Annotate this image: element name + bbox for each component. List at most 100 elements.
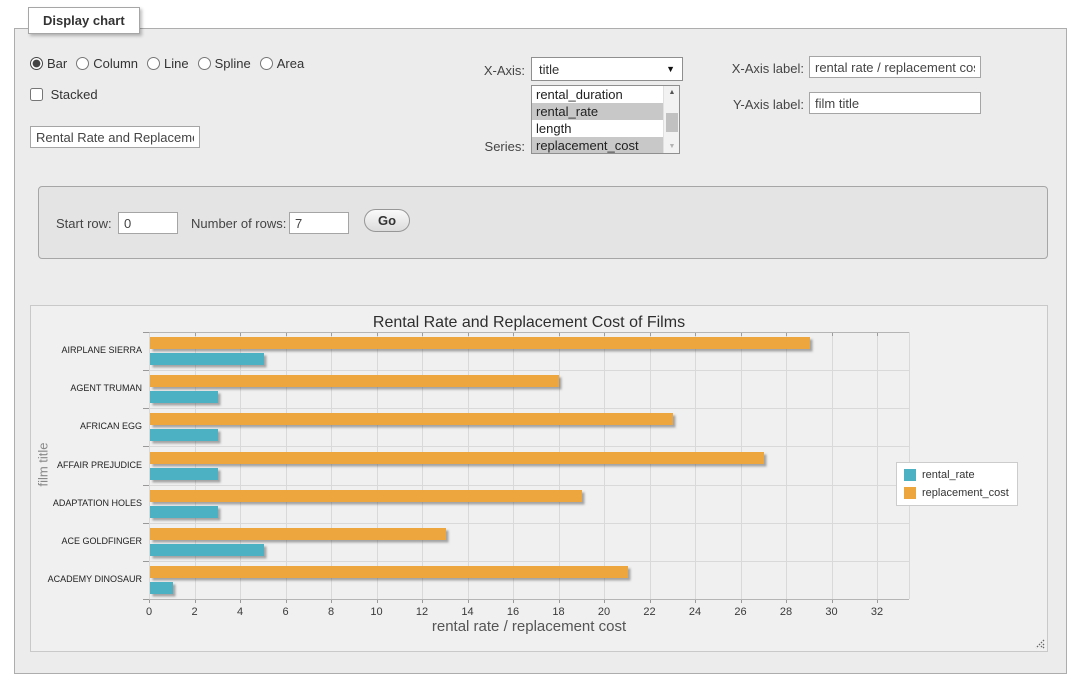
x-axis-select-label: X-Axis: <box>465 63 525 78</box>
chart-type-radio-line[interactable]: Line <box>147 56 189 71</box>
category-label: AIRPLANE SIERRA <box>32 345 142 355</box>
grid-line-x <box>286 332 287 599</box>
grid-line-y <box>149 561 909 562</box>
radio-label: Area <box>277 56 304 71</box>
chart-type-radio-spline[interactable]: Spline <box>198 56 251 71</box>
number-of-rows-input[interactable] <box>289 212 349 234</box>
y-axis-tick <box>143 485 149 486</box>
radio-input-spline[interactable] <box>198 57 211 70</box>
x-tick-label: 32 <box>862 606 892 618</box>
x-axis-label-caption: X-Axis label: <box>710 61 804 76</box>
chevron-down-icon: ▼ <box>666 64 675 74</box>
grid-line-x <box>786 332 787 599</box>
radio-label: Line <box>164 56 189 71</box>
bar-replacement_cost <box>150 452 764 464</box>
grid-line-x <box>741 332 742 599</box>
x-tick-label: 30 <box>817 606 847 618</box>
y-axis-tick <box>143 370 149 371</box>
chart-type-radios: Bar Column Line Spline Area <box>30 56 313 71</box>
category-label: AGENT TRUMAN <box>32 383 142 393</box>
x-tick-label: 14 <box>453 606 483 618</box>
radio-label: Spline <box>215 56 251 71</box>
category-label: AFRICAN EGG <box>32 421 142 431</box>
start-row-label: Start row: <box>56 216 112 231</box>
bar-replacement_cost <box>150 375 559 387</box>
x-tick-label: 8 <box>316 606 346 618</box>
x-tick-label: 16 <box>498 606 528 618</box>
bar-rental_rate <box>150 468 218 480</box>
stacked-checkbox-input[interactable] <box>30 88 43 101</box>
bar-rental_rate <box>150 353 264 365</box>
category-label: ACE GOLDFINGER <box>32 536 142 546</box>
grid-line-y <box>149 523 909 524</box>
x-tick-label: 28 <box>771 606 801 618</box>
grid-line-x <box>240 332 241 599</box>
radio-input-line[interactable] <box>147 57 160 70</box>
bar-replacement_cost <box>150 490 582 502</box>
chart-type-radio-area[interactable]: Area <box>260 56 304 71</box>
radio-label: Bar <box>47 56 67 71</box>
series-option-rental_duration[interactable]: rental_duration <box>532 86 679 103</box>
x-tick-label: 26 <box>726 606 756 618</box>
scroll-down-icon[interactable]: ▼ <box>664 140 680 153</box>
grid-line-y <box>149 446 909 447</box>
legend-item-replacement-cost[interactable]: replacement_cost <box>904 487 1009 499</box>
y-axis-label-input[interactable] <box>809 92 981 114</box>
x-tick-label: 4 <box>225 606 255 618</box>
grid-line-x <box>604 332 605 599</box>
legend-label-replacement-cost: replacement_cost <box>922 487 1009 499</box>
radio-input-column[interactable] <box>76 57 89 70</box>
chart-container: Rental Rate and Replacement Cost of Film… <box>30 305 1048 652</box>
display-chart-page: Display chart BarColumnLineSplineArea St… <box>0 0 1081 681</box>
bar-rental_rate <box>150 506 218 518</box>
series-option-replacement_cost[interactable]: replacement_cost <box>532 137 679 154</box>
grid-line-x <box>695 332 696 599</box>
x-tick-label: 10 <box>362 606 392 618</box>
legend-item-rental-rate[interactable]: rental_rate <box>904 469 1009 481</box>
go-button[interactable]: Go <box>364 209 410 232</box>
series-listbox-scrollbar[interactable]: ▲ ▼ <box>663 86 679 153</box>
bar-rental_rate <box>150 429 218 441</box>
x-tick-label: 22 <box>635 606 665 618</box>
x-axis-label-input[interactable] <box>809 56 981 78</box>
chart-type-radio-column[interactable]: Column <box>76 56 138 71</box>
grid-line-y <box>149 408 909 409</box>
bar-rental_rate <box>150 544 264 556</box>
grid-line-x <box>650 332 651 599</box>
x-tick-label: 6 <box>271 606 301 618</box>
legend-swatch-rental-rate <box>904 469 916 481</box>
grid-line-x <box>513 332 514 599</box>
x-axis-selected-value: title <box>539 62 559 77</box>
x-axis-select[interactable]: title ▼ <box>531 57 683 81</box>
grid-line-y <box>149 485 909 486</box>
radio-label: Column <box>93 56 138 71</box>
chart-title-input[interactable] <box>30 126 200 148</box>
x-tick-label: 18 <box>544 606 574 618</box>
category-label: ACADEMY DINOSAUR <box>32 574 142 584</box>
scrollbar-thumb[interactable] <box>666 113 678 132</box>
y-axis-label-caption: Y-Axis label: <box>710 97 804 112</box>
radio-input-area[interactable] <box>260 57 273 70</box>
series-listbox-label: Series: <box>465 139 525 154</box>
bar-replacement_cost <box>150 337 810 349</box>
start-row-input[interactable] <box>118 212 178 234</box>
series-option-rental_rate[interactable]: rental_rate <box>532 103 679 120</box>
legend-swatch-replacement-cost <box>904 487 916 499</box>
series-option-length[interactable]: length <box>532 120 679 137</box>
grid-line-x <box>195 332 196 599</box>
grid-line-x <box>877 332 878 599</box>
grid-line-x <box>559 332 560 599</box>
chart-legend: rental_rate replacement_cost <box>896 462 1018 506</box>
y-axis-tick <box>143 561 149 562</box>
scroll-up-icon[interactable]: ▲ <box>664 86 680 99</box>
stacked-checkbox[interactable]: Stacked <box>30 87 98 102</box>
grid-line-x <box>422 332 423 599</box>
series-listbox[interactable]: rental_durationrental_ratelengthreplacem… <box>531 85 680 154</box>
category-label: ADAPTATION HOLES <box>32 498 142 508</box>
series-listbox-options: rental_durationrental_ratelengthreplacem… <box>532 86 679 154</box>
radio-input-bar[interactable] <box>30 57 43 70</box>
x-tick-label: 20 <box>589 606 619 618</box>
resize-handle-icon[interactable] <box>1034 638 1045 649</box>
bar-replacement_cost <box>150 528 446 540</box>
chart-type-radio-bar[interactable]: Bar <box>30 56 67 71</box>
